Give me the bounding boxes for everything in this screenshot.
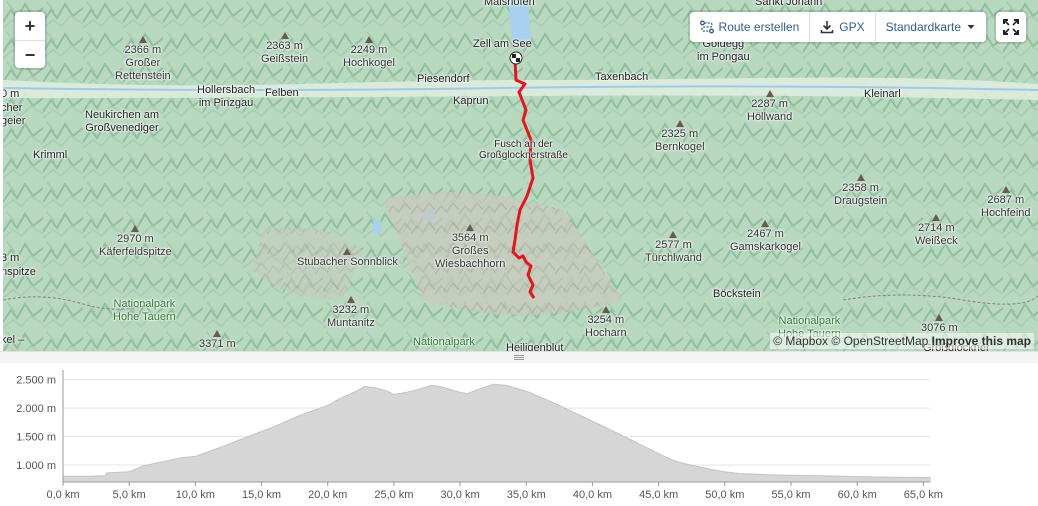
place-label: Piesendorf bbox=[417, 73, 470, 85]
route-create-button[interactable]: Route erstellen bbox=[690, 12, 811, 42]
place-label: 3 m bbox=[3, 252, 20, 264]
mountain-peak-icon bbox=[1001, 186, 1010, 193]
place-label: Krimml bbox=[33, 149, 68, 161]
mountain-peak-icon bbox=[280, 32, 289, 39]
place-label: cher geier bbox=[3, 102, 26, 127]
zoom-in-button[interactable]: + bbox=[15, 12, 45, 40]
x-tick-label: 0,0 km bbox=[46, 489, 79, 501]
x-tick-label: 60,0 km bbox=[838, 489, 877, 501]
y-tick-label: 1.500 m bbox=[16, 432, 56, 444]
place-label: Felben bbox=[265, 87, 299, 99]
elevation-area bbox=[62, 383, 931, 483]
y-tick-label: 1.000 m bbox=[16, 460, 56, 472]
peak-label: 2287 m Höllwand bbox=[747, 90, 792, 124]
peak-label: 2363 m Geißstein bbox=[261, 32, 308, 66]
place-label: Fusch an der Großglocknerstraße bbox=[479, 139, 568, 161]
x-tick-label: 65,0 km bbox=[904, 489, 943, 501]
mountain-peak-icon bbox=[675, 120, 684, 127]
place-label: kel – bbox=[3, 334, 25, 346]
peak-label: 2249 m Hochkogel bbox=[343, 36, 395, 70]
x-tick-label: 35,0 km bbox=[507, 489, 546, 501]
mountain-peak-icon bbox=[131, 225, 140, 232]
place-label: Nationalpark bbox=[413, 336, 475, 348]
place-label: nspitze bbox=[3, 266, 36, 278]
mountain-peak-icon bbox=[213, 330, 222, 337]
route-finish-flag-icon bbox=[509, 51, 523, 65]
place-label: Kleinarl bbox=[864, 88, 901, 100]
fullscreen-icon bbox=[1003, 19, 1019, 35]
x-tick-label: 40,0 km bbox=[573, 489, 612, 501]
peak-label: 3076 m bbox=[921, 314, 958, 335]
zoom-out-button[interactable]: − bbox=[15, 40, 45, 68]
place-label: Maishofen bbox=[484, 0, 535, 8]
peak-label: 2467 m Gamskarkogel bbox=[730, 220, 801, 254]
peak-label: 2358 m Draugstein bbox=[834, 174, 887, 208]
place-label: Taxenbach bbox=[595, 71, 649, 83]
x-tick-label: 30,0 km bbox=[441, 489, 480, 501]
x-tick-label: 10,0 km bbox=[176, 489, 215, 501]
place-label: Kaprun bbox=[453, 95, 489, 107]
peak-label: 2687 m Hochfeind bbox=[981, 186, 1031, 220]
peak-label: 2714 m Weißeck bbox=[915, 214, 958, 248]
mountain-peak-icon bbox=[138, 36, 147, 43]
mountain-peak-icon bbox=[669, 231, 678, 238]
elevation-profile-chart[interactable]: 1.000 m 1.500 m 2.000 m 2.500 m 0,0 km 5,0 km… bbox=[0, 366, 1038, 506]
fullscreen-button[interactable] bbox=[996, 12, 1026, 42]
peak-label: Stubacher Sonnblick bbox=[297, 248, 398, 269]
peak-label: 3564 m Großes Wiesbachhorn bbox=[435, 224, 505, 271]
map-type-dropdown[interactable]: Standardkarte bbox=[876, 12, 986, 42]
peak-label: 2325 m Bernkogel bbox=[655, 120, 705, 154]
mountain-peak-icon bbox=[364, 36, 373, 43]
peak-label: 3254 m Hocharn bbox=[585, 306, 627, 340]
y-tick-label: 2.000 m bbox=[16, 403, 56, 415]
peak-label: 2970 m Käferfeldspitze bbox=[99, 225, 172, 259]
place-label: Hollersbach im Pinzgau bbox=[197, 84, 256, 109]
peak-label: 2577 m Türchlwand bbox=[645, 231, 702, 265]
peak-label: 2366 m Großer Rettenstein bbox=[115, 36, 171, 83]
mountain-peak-icon bbox=[856, 174, 865, 181]
route-create-label: Route erstellen bbox=[718, 20, 800, 34]
gpx-label: GPX bbox=[839, 20, 865, 34]
x-tick-label: 45,0 km bbox=[639, 489, 678, 501]
mapbox-attribution-link[interactable]: © Mapbox bbox=[773, 334, 828, 348]
place-label: Heiligenblut bbox=[506, 342, 564, 351]
osm-attribution-link[interactable]: © OpenStreetMap bbox=[831, 334, 928, 348]
place-label: Sankt Johann bbox=[755, 0, 823, 8]
place-label: 0 m bbox=[3, 88, 20, 100]
place-label: Neukirchen am Großvenediger bbox=[85, 109, 159, 134]
place-label: Zell am See bbox=[473, 38, 532, 50]
x-tick-label: 5,0 km bbox=[113, 489, 146, 501]
improve-map-link[interactable]: Improve this map bbox=[932, 334, 1031, 348]
mountain-peak-icon bbox=[935, 314, 944, 321]
mountain-peak-icon bbox=[932, 214, 941, 221]
y-tick-label: 2.500 m bbox=[16, 375, 56, 387]
x-tick-label: 50,0 km bbox=[705, 489, 744, 501]
peak-label: 3371 m bbox=[199, 330, 236, 351]
x-tick-label: 15,0 km bbox=[242, 489, 281, 501]
x-tick-label: 55,0 km bbox=[771, 489, 810, 501]
map-type-label: Standardkarte bbox=[885, 20, 961, 34]
peak-label: 3232 m Muntanitz bbox=[327, 296, 375, 330]
x-tick-label: 20,0 km bbox=[308, 489, 347, 501]
panel-resize-handle[interactable] bbox=[0, 351, 1038, 363]
map-view[interactable]: Maishofen Sankt Johann Zell am See Piese… bbox=[3, 0, 1038, 351]
mountain-peak-icon bbox=[346, 296, 355, 303]
mountain-peak-icon bbox=[761, 220, 770, 227]
route-icon bbox=[699, 20, 714, 34]
zoom-controls: + − bbox=[15, 12, 45, 68]
caret-down-icon bbox=[967, 25, 975, 29]
drag-grip-icon bbox=[514, 355, 524, 360]
place-label: Böckstein bbox=[713, 288, 761, 300]
download-icon bbox=[820, 21, 834, 34]
map-toolbar: Route erstellen GPX Standardkarte bbox=[689, 12, 986, 42]
mountain-peak-icon bbox=[343, 248, 352, 255]
mountain-peak-icon bbox=[765, 90, 774, 97]
mountain-peak-icon bbox=[601, 306, 610, 313]
map-attribution: © Mapbox © OpenStreetMap Improve this ma… bbox=[770, 333, 1034, 349]
place-label: Nationalpark Hohe Tauern bbox=[113, 298, 176, 323]
x-tick-label: 25,0 km bbox=[374, 489, 413, 501]
mountain-peak-icon bbox=[466, 224, 475, 231]
gpx-download-button[interactable]: GPX bbox=[810, 12, 876, 42]
